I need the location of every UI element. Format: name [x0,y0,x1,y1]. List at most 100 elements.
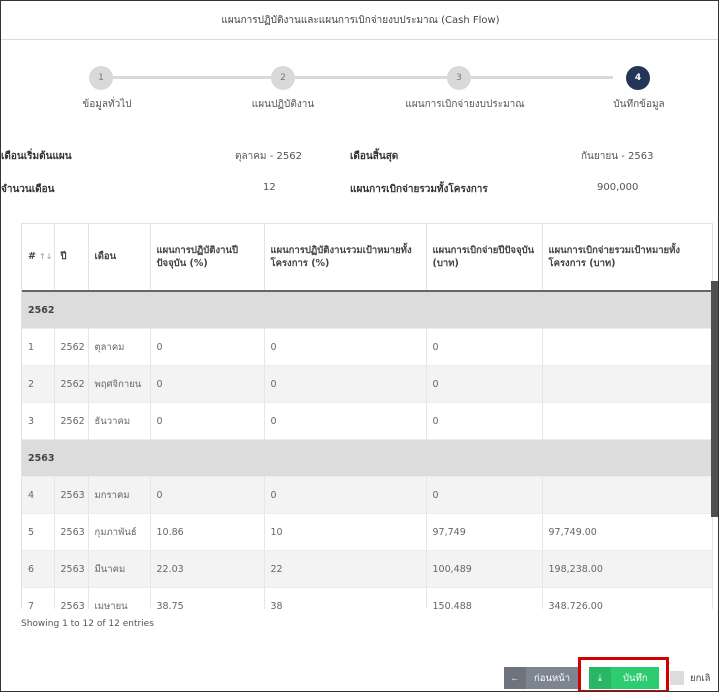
table-row: 7 2563 เมษายน 38.75 38 150,488 348,726.00 [22,587,713,609]
table-scrollbar[interactable] [711,281,718,517]
page-title: แผนการปฏิบัติงานและแผนการเบิกจ่ายงบประมา… [221,14,500,26]
table-cell: 10.86 [150,513,265,551]
table-cell: 0 [426,328,543,366]
table-cell: กุมภาพันธ์ [88,513,151,551]
table-cell: 0 [426,365,543,403]
step-1[interactable]: 1 [89,66,113,90]
table-group-row: 2562 [22,290,713,329]
table-cell: 2 [22,365,55,403]
app-frame: แผนการปฏิบัติงานและแผนการเบิกจ่ายงบประมา… [0,0,719,692]
cancel-button[interactable]: ยกเลิ [670,667,718,689]
step-1-label: ข้อมูลทั่วไป [82,99,132,110]
start-month-label: เดือนเริ่มต้นแผน [1,151,72,162]
save-button-label: บันทึก [623,672,648,684]
wizard-stepper: 1 2 3 4 ข้อมูลทั่วไป แผนปฏิบัติงาน แผนกา… [1,61,718,121]
table-cell: 2562 [54,402,89,440]
table-cell: 0 [150,328,265,366]
month-count-value: 12 [263,182,276,193]
cancel-icon [670,671,684,685]
table-cell: 2563 [54,476,89,514]
table-cell: 0 [150,402,265,440]
step-4-label: บันทึกข้อมูล [613,99,665,110]
previous-button-label: ก่อนหน้า [534,672,571,684]
step-3-label: แผนการเบิกจ่ายงบประมาณ [405,99,525,110]
table-cell: 0 [150,365,265,403]
table-cell: 0 [264,476,427,514]
table-cell: เมษายน [88,587,151,609]
table-cell: 97,749 [426,513,543,551]
page-header: แผนการปฏิบัติงานและแผนการเบิกจ่ายงบประมา… [1,1,718,40]
table-cell: 22.03 [150,550,265,588]
group-label: 2563 [22,439,713,477]
col-work-plan-current-header[interactable]: แผนการปฏิบัติงานปีปัจจุบัน (%) [150,223,265,292]
month-count-label: จำนวนเดือน [1,184,55,195]
start-month-value: ตุลาคม - 2562 [235,151,302,162]
total-budget-label: แผนการเบิกจ่ายรวมทั้งโครงการ [350,184,488,195]
plan-table-wrapper[interactable]: # ↑↓ ปี เดือน แผนการปฏิบัติงานปีปัจจุบัน … [21,223,718,609]
table-row: 3 2562 ธันวาคม 0 0 0 [22,402,713,440]
table-cell: 6 [22,550,55,588]
table-cell: 10 [264,513,427,551]
table-cell [542,476,713,514]
table-cell: 38.75 [150,587,265,609]
table-cell: 3 [22,402,55,440]
table-cell: 5 [22,513,55,551]
table-cell: ธันวาคม [88,402,151,440]
col-work-plan-total-header[interactable]: แผนการปฏิบัติงานรวมเป้าหมายทั้งโครงการ (… [264,223,427,292]
step-4[interactable]: 4 [626,66,650,90]
table-cell: 1 [22,328,55,366]
table-info: Showing 1 to 12 of 12 entries [21,619,154,629]
end-month-label: เดือนสิ้นสุด [350,151,399,162]
save-button[interactable]: ⤓ บันทึก [589,667,659,689]
table-cell: 22 [264,550,427,588]
group-label: 2562 [22,290,713,329]
table-cell: 198,238.00 [542,550,713,588]
table-cell: 7 [22,587,55,609]
step-2[interactable]: 2 [271,66,295,90]
end-month-value: กันยายน - 2563 [581,151,654,162]
step-2-label: แผนปฏิบัติงาน [251,99,315,110]
table-cell [542,328,713,366]
col-disbursement-total-header[interactable]: แผนการเบิกจ่ายรวมเป้าหมายทั้งโครงการ (บา… [542,223,713,292]
table-cell: ตุลาคม [88,328,151,366]
table-cell: 0 [264,402,427,440]
arrow-left-icon: ← [504,667,526,689]
table-row: 1 2562 ตุลาคม 0 0 0 [22,328,713,366]
table-cell: 2563 [54,550,89,588]
table-cell: 2562 [54,365,89,403]
table-cell: มีนาคม [88,550,151,588]
total-budget-value: 900,000 [597,182,639,193]
table-cell: 100,489 [426,550,543,588]
table-group-row: 2563 [22,439,713,477]
table-cell: 97,749.00 [542,513,713,551]
table-cell: 2563 [54,587,89,609]
col-number-header[interactable]: # ↑↓ [22,223,55,292]
table-cell: มกราคม [88,476,151,514]
table-cell: 150,488 [426,587,543,609]
table-cell: 0 [264,328,427,366]
table-cell: 0 [426,402,543,440]
col-year-header[interactable]: ปี [54,223,89,292]
table-body: 2562 1 2562 ตุลาคม 0 0 0 2 2562 พฤศจิกายน 0 0 0 3 2562… [22,290,713,609]
table-cell: 0 [150,476,265,514]
download-icon: ⤓ [589,667,611,689]
table-cell: พฤศจิกายน [88,365,151,403]
table-cell: 0 [264,365,427,403]
table-cell: 348,726.00 [542,587,713,609]
col-month-header[interactable]: เดือน [88,223,151,292]
plan-table: # ↑↓ ปี เดือน แผนการปฏิบัติงานปีปัจจุบัน … [22,223,713,609]
table-header-row: # ↑↓ ปี เดือน แผนการปฏิบัติงานปีปัจจุบัน … [22,223,713,292]
stepper-line [111,76,613,79]
step-3[interactable]: 3 [447,66,471,90]
sort-icon[interactable]: ↑↓ [39,252,52,261]
table-cell: 2563 [54,513,89,551]
table-row: 4 2563 มกราคม 0 0 0 [22,476,713,514]
table-cell [542,402,713,440]
table-cell: 38 [264,587,427,609]
col-disbursement-current-header[interactable]: แผนการเบิกจ่ายปีปัจจุบัน (บาท) [426,223,543,292]
previous-button[interactable]: ← ก่อนหน้า [504,667,578,689]
table-cell [542,365,713,403]
table-cell: 2562 [54,328,89,366]
table-row: 5 2563 กุมภาพันธ์ 10.86 10 97,749 97,749.00 [22,513,713,551]
cancel-button-label: ยกเลิ [690,672,711,684]
